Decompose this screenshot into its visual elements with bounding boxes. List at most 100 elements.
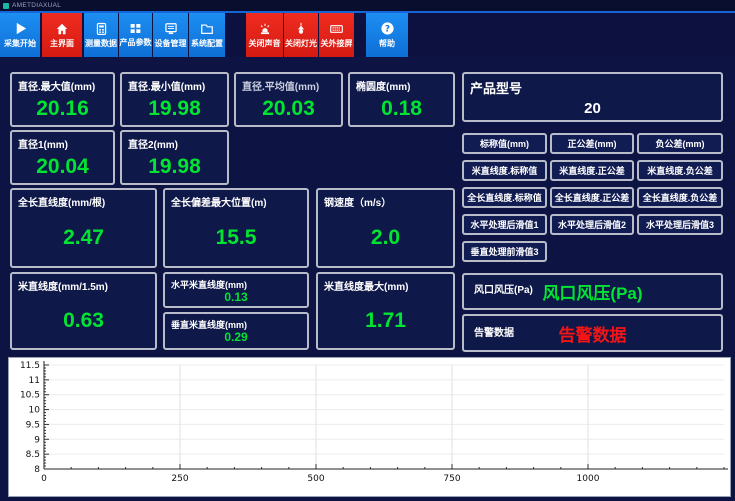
toolbar: 采集开始 主界面 测量数据 产品参数 设备管理 系统配置 关闭声音 关闭灯光 关… [0, 11, 735, 57]
led-screen-icon [329, 22, 344, 36]
svg-text:9: 9 [34, 435, 40, 445]
toolbar-button-label: 系统配置 [191, 38, 223, 49]
toolbar-button-label: 主界面 [50, 38, 74, 49]
diameter-max-value: 20.16 [12, 93, 113, 125]
help-button[interactable]: ? 帮助 [366, 13, 408, 57]
horizontal-post-slide3-button[interactable]: 水平处理后滑值3 [637, 214, 723, 235]
product-model-box: 产品型号 20 [462, 72, 723, 122]
question-icon: ? [380, 21, 395, 36]
max-deviation-position-label: 全长偏差最大位置(m) [165, 190, 307, 209]
full-straightness-label: 全长直线度(mm/根) [12, 190, 155, 209]
svg-text:10.5: 10.5 [20, 391, 40, 401]
svg-text:11: 11 [29, 376, 40, 386]
meter-straightness-max-box: 米直线度最大(mm) 1.71 [316, 272, 455, 350]
svg-text:10: 10 [29, 406, 41, 416]
horizontal-meter-straightness-box: 水平米直线度(mm) 0.13 [163, 272, 309, 308]
trend-chart: 88.599.51010.51111.502505007501000 [9, 358, 730, 496]
full-straightness-value: 2.47 [12, 209, 155, 266]
product-model-value: 20 [464, 97, 721, 120]
mute-sound-button[interactable]: 关闭声音 [246, 13, 283, 57]
diameter1-label: 直径1(mm) [12, 132, 113, 151]
alarm-data-label: 告警数据 [468, 320, 514, 339]
plus-tolerance-button[interactable]: 正公差(mm) [550, 133, 634, 154]
full-straightness-nominal-button[interactable]: 全长直线度.标称值 [462, 187, 547, 208]
measurement-data-button[interactable]: 测量数据 [84, 13, 118, 57]
product-model-label: 产品型号 [464, 74, 721, 97]
horizontal-post-slide1-button[interactable]: 水平处理后滑值1 [462, 214, 547, 235]
nominal-value-button[interactable]: 标称值(mm) [462, 133, 547, 154]
diameter1-value: 20.04 [12, 151, 113, 183]
horizontal-post-slide2-button[interactable]: 水平处理后滑值2 [550, 214, 634, 235]
toolbar-button-label: 关闭声音 [249, 38, 281, 49]
vertical-meter-straightness-label: 垂直米直线度(mm) [165, 314, 307, 331]
minus-tolerance-button[interactable]: 负公差(mm) [637, 133, 723, 154]
system-config-button[interactable]: 系统配置 [189, 13, 225, 57]
monitor-icon [164, 22, 178, 36]
svg-text:0: 0 [41, 474, 47, 484]
ovality-box: 椭圆度(mm) 0.18 [348, 72, 455, 127]
ovality-value: 0.18 [350, 93, 453, 125]
max-deviation-position-box: 全长偏差最大位置(m) 15.5 [163, 188, 309, 268]
full-straightness-plus-tol-button[interactable]: 全长直线度.正公差 [550, 187, 634, 208]
toolbar-button-label: 测量数据 [85, 38, 117, 49]
parameter-button-grid: 标称值(mm) 正公差(mm) 负公差(mm) 米直线度.标称值 米直线度.正公… [462, 133, 723, 262]
diameter2-box: 直径2(mm) 19.98 [120, 130, 229, 185]
device-management-button[interactable]: 设备管理 [153, 13, 188, 57]
toolbar-button-label: 设备管理 [155, 38, 187, 49]
toolbar-button-label: 产品参数 [120, 37, 152, 48]
max-deviation-position-value: 15.5 [165, 209, 307, 266]
full-straightness-box: 全长直线度(mm/根) 2.47 [10, 188, 157, 268]
main-screen-button[interactable]: 主界面 [42, 13, 82, 57]
meter-straightness-max-value: 1.71 [318, 293, 453, 348]
diameter1-box: 直径1(mm) 20.04 [10, 130, 115, 185]
diameter-avg-box: 直径.平均值(mm) 20.03 [234, 72, 343, 127]
lamp-icon [294, 22, 308, 36]
full-straightness-minus-tol-button[interactable]: 全长直线度.负公差 [637, 187, 723, 208]
toolbar-button-label: 关外接屏 [321, 38, 353, 49]
horizontal-meter-straightness-label: 水平米直线度(mm) [165, 274, 307, 291]
meter-straightness-nominal-button[interactable]: 米直线度.标称值 [462, 160, 547, 181]
meter-straightness-box: 米直线度(mm/1.5m) 0.63 [10, 272, 157, 350]
start-acquisition-button[interactable]: 采集开始 [0, 13, 40, 57]
meter-straightness-label: 米直线度(mm/1.5m) [12, 274, 155, 293]
window-title: AMETDIAXUAL [12, 2, 61, 9]
meter-straightness-plus-tol-button[interactable]: 米直线度.正公差 [550, 160, 634, 181]
steel-speed-value: 2.0 [318, 209, 453, 266]
vertical-meter-straightness-value: 0.29 [165, 330, 307, 344]
diameter-min-value: 19.98 [122, 93, 227, 125]
external-screen-off-button[interactable]: 关外接屏 [319, 13, 354, 57]
home-icon [55, 22, 69, 36]
app-logo-icon [3, 3, 9, 9]
svg-text:9.5: 9.5 [26, 420, 40, 430]
meter-straightness-value: 0.63 [12, 293, 155, 348]
diameter2-value: 19.98 [122, 151, 227, 183]
window-titlebar: AMETDIAXUAL [0, 0, 735, 11]
meter-straightness-minus-tol-button[interactable]: 米直线度.负公差 [637, 160, 723, 181]
toolbar-button-label: 帮助 [379, 38, 395, 49]
product-params-button[interactable]: 产品参数 [119, 13, 152, 57]
diameter-max-label: 直径.最大值(mm) [12, 74, 113, 93]
svg-text:500: 500 [307, 474, 324, 484]
diameter-avg-label: 直径.平均值(mm) [236, 74, 341, 93]
siren-icon [258, 22, 272, 36]
steel-speed-label: 钢速度（m/s） [318, 190, 453, 209]
horizontal-meter-straightness-value: 0.13 [165, 290, 307, 304]
toolbar-button-label: 关闭灯光 [285, 38, 317, 49]
wind-pressure-box: 风口风压(Pa) 风口风压(Pa) [462, 273, 723, 310]
steel-speed-box: 钢速度（m/s） 2.0 [316, 188, 455, 268]
lights-off-button[interactable]: 关闭灯光 [284, 13, 318, 57]
wind-pressure-label: 风口风压(Pa) [468, 277, 533, 296]
vertical-meter-straightness-box: 垂直米直线度(mm) 0.29 [163, 312, 309, 350]
folder-icon [200, 22, 214, 36]
trend-chart-panel: 88.599.51010.51111.502505007501000 [8, 357, 731, 497]
svg-text:1000: 1000 [577, 474, 600, 484]
vertical-pre-slide3-button[interactable]: 垂直处理前滑值3 [462, 241, 547, 262]
alarm-data-box: 告警数据 告警数据 [462, 314, 723, 352]
diameter2-label: 直径2(mm) [122, 132, 227, 151]
diameter-min-label: 直径.最小值(mm) [122, 74, 227, 93]
svg-text:11.5: 11.5 [20, 361, 40, 371]
svg-text:250: 250 [171, 474, 188, 484]
meter-straightness-max-label: 米直线度最大(mm) [318, 274, 453, 293]
play-icon [13, 21, 28, 36]
diameter-min-box: 直径.最小值(mm) 19.98 [120, 72, 229, 127]
